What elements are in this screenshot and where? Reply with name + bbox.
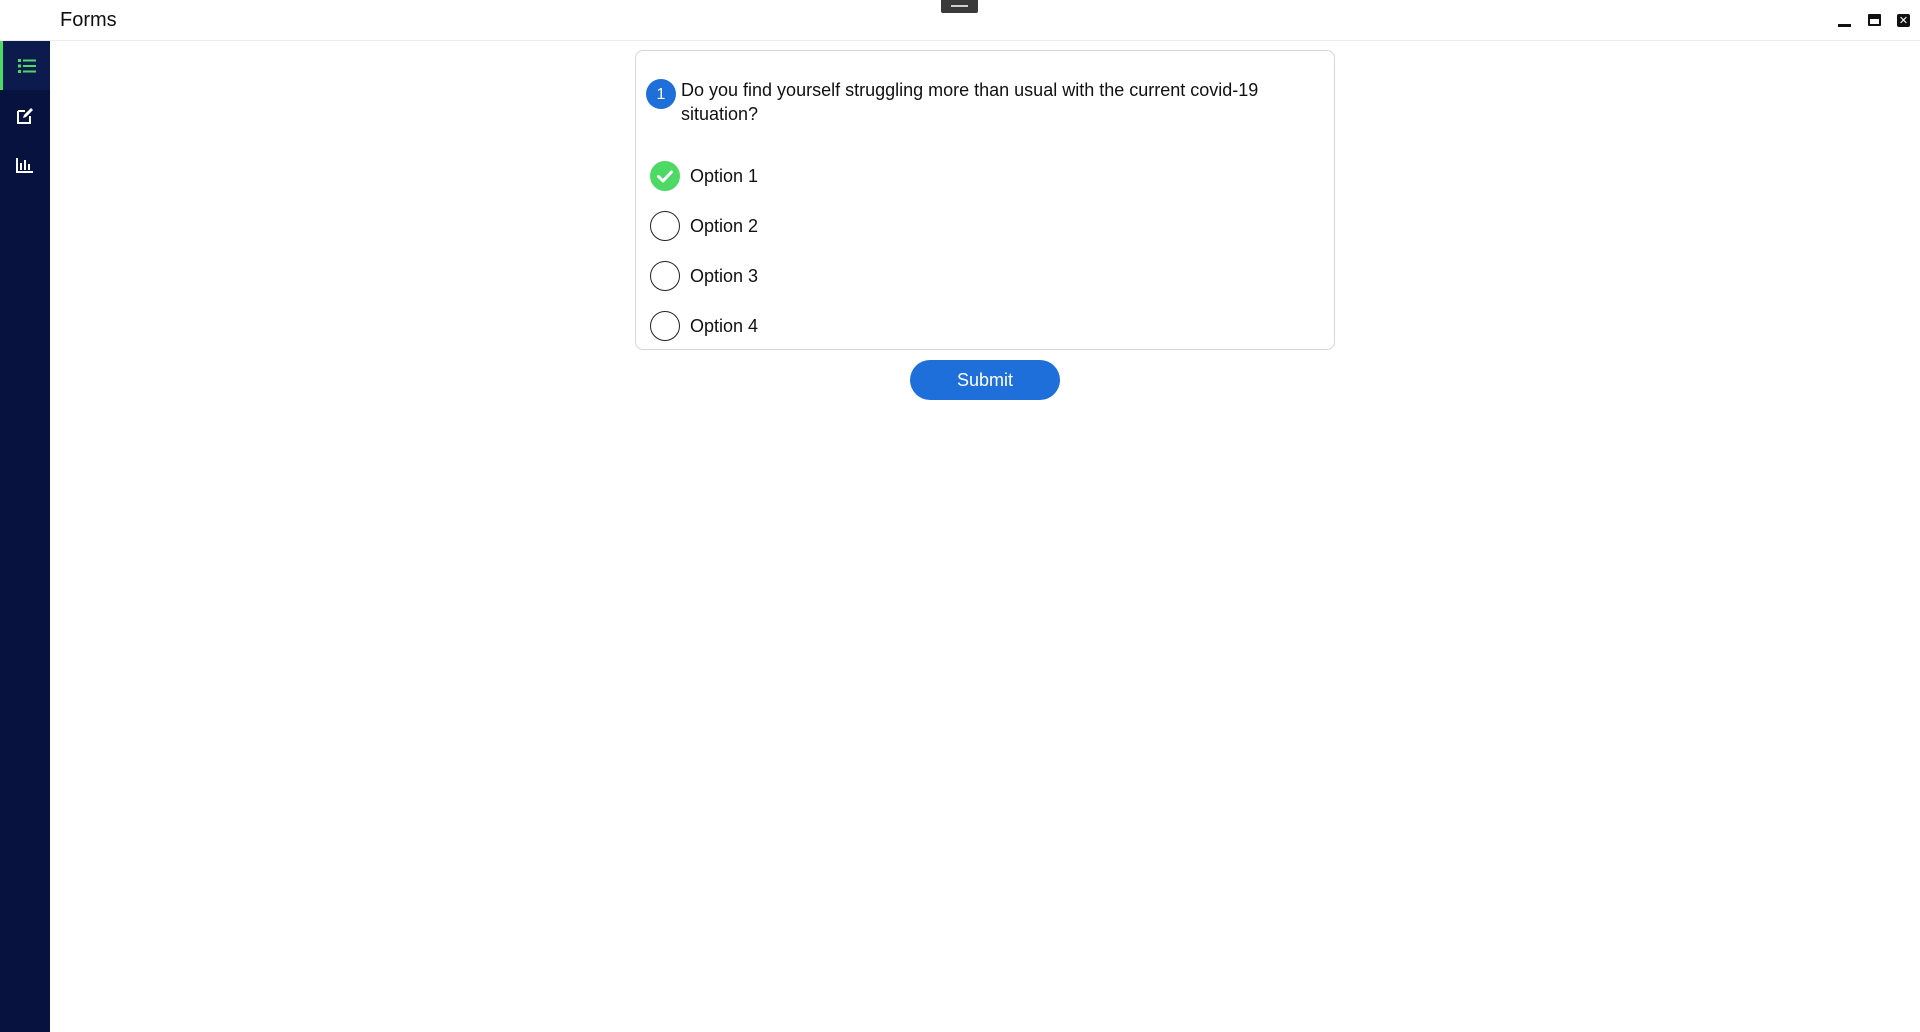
option-4[interactable]: Option 4 — [650, 310, 950, 342]
radio-button[interactable] — [650, 311, 680, 341]
title-bar: Forms ✕ — [0, 0, 1920, 41]
sidebar-item-edit[interactable] — [0, 91, 50, 140]
question-card: 1 Do you find yourself struggling more t… — [635, 50, 1335, 350]
question-number-badge: 1 — [646, 79, 676, 109]
list-icon — [17, 58, 36, 73]
option-label: Option 1 — [690, 165, 759, 186]
option-1[interactable]: Option 1 — [650, 160, 950, 192]
option-3[interactable]: Option 3 — [650, 260, 950, 292]
close-icon[interactable]: ✕ — [1897, 13, 1912, 28]
option-label: Option 3 — [690, 265, 759, 286]
radio-button[interactable] — [650, 261, 680, 291]
app-title: Forms — [60, 9, 117, 31]
sidebar-item-list[interactable] — [0, 41, 50, 90]
radio-button[interactable] — [650, 211, 680, 241]
question-text: Do you find yourself struggling more tha… — [681, 80, 1259, 124]
edit-icon — [16, 107, 34, 125]
checkmark-icon[interactable] — [650, 161, 680, 191]
bar-chart-icon — [16, 157, 34, 173]
option-2[interactable]: Option 2 — [650, 210, 950, 242]
submit-button[interactable]: Submit — [910, 360, 1060, 400]
sidebar-item-results[interactable] — [0, 140, 50, 189]
minimize-icon[interactable] — [1838, 13, 1853, 28]
drag-handle[interactable] — [941, 0, 978, 13]
sidebar — [0, 0, 50, 1032]
option-label: Option 2 — [690, 215, 759, 236]
maximize-icon[interactable] — [1868, 13, 1883, 28]
option-label: Option 4 — [690, 315, 759, 336]
